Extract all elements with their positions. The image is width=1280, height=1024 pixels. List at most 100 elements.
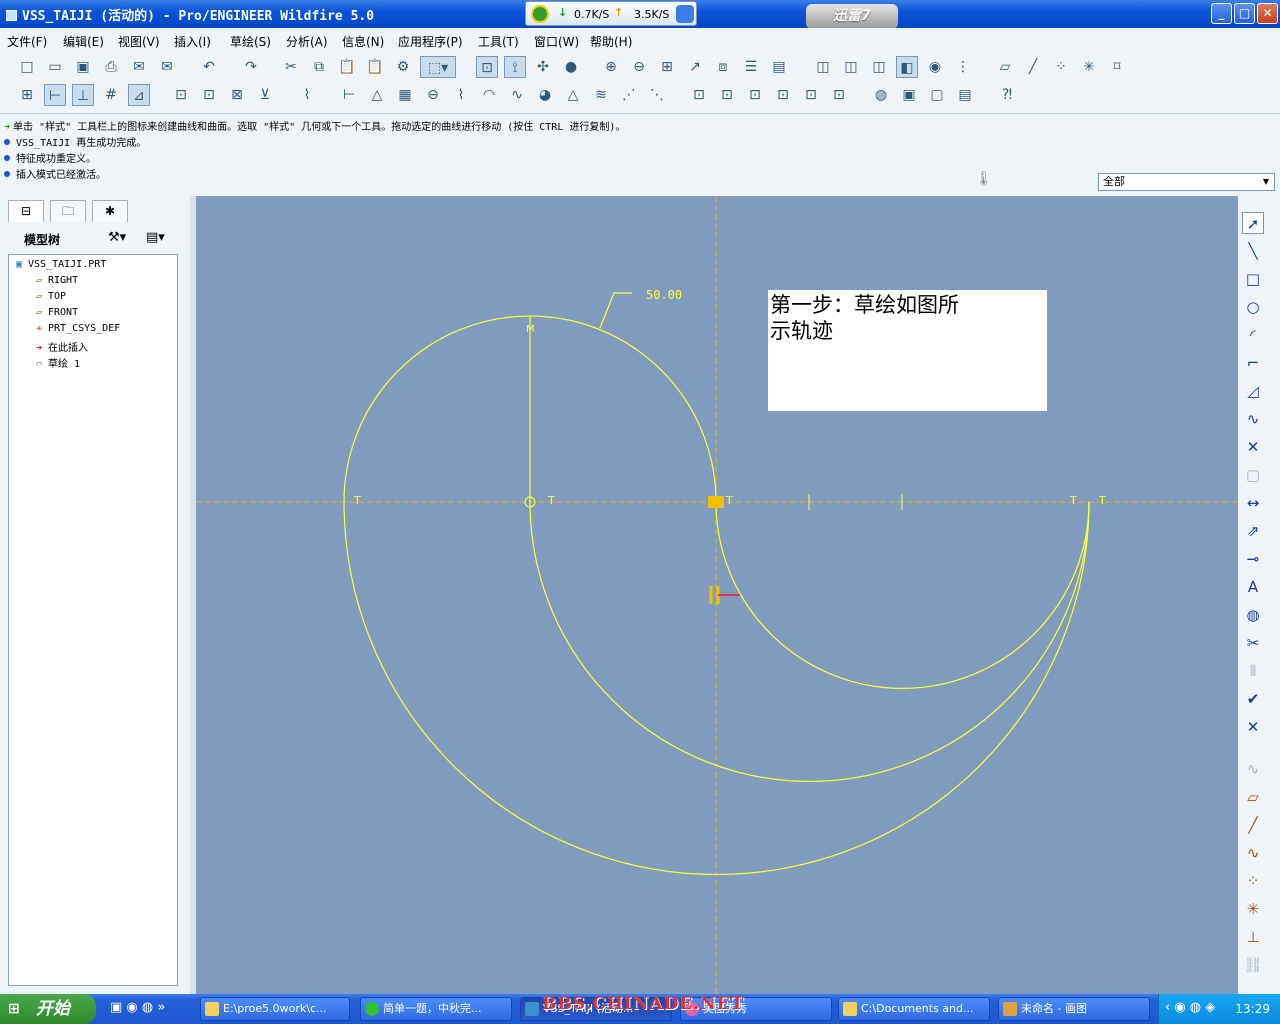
point-display-icon[interactable]: ⁘ bbox=[1050, 56, 1072, 78]
tab-model-tree[interactable]: ⊟ bbox=[8, 200, 44, 222]
chain-link-icon[interactable]: ⛓ bbox=[1242, 954, 1264, 976]
measure-icon[interactable]: ⊢ bbox=[338, 84, 360, 106]
zoom-in-icon[interactable]: ⊕ bbox=[600, 56, 622, 78]
close-x-icon[interactable]: ✕ bbox=[1242, 716, 1264, 738]
rectangle-icon[interactable]: □ bbox=[1242, 268, 1264, 290]
chamfer-icon[interactable]: ◿ bbox=[1242, 380, 1264, 402]
menu-help[interactable]: 帮助(H) bbox=[590, 33, 632, 50]
datum-csys-tool-icon[interactable]: ✳ bbox=[1242, 898, 1264, 920]
task-qq-chat[interactable]: 简单一题，中秋完... bbox=[360, 997, 512, 1021]
palette-icon[interactable]: ◍ bbox=[1242, 604, 1264, 626]
analysis-tool-icon[interactable]: ⊥ bbox=[1242, 926, 1264, 948]
enhanced-realism-icon[interactable]: ◉ bbox=[924, 56, 946, 78]
line-icon[interactable]: ╲ bbox=[1242, 240, 1264, 262]
no-hidden-icon[interactable]: ◫ bbox=[868, 56, 890, 78]
offset-icon[interactable]: ▢ bbox=[1242, 464, 1264, 486]
axis-display-icon[interactable]: ╱ bbox=[1022, 56, 1044, 78]
datum-point-tool-icon[interactable]: ⁘ bbox=[1242, 870, 1264, 892]
menu-tools[interactable]: 工具(T) bbox=[478, 33, 519, 50]
tree-item-insert-here[interactable]: ➜ 在此插入 bbox=[33, 339, 88, 354]
camera-icon[interactable]: ▣ bbox=[898, 84, 920, 106]
task-explorer-proe[interactable]: E:\proe5.0work\c... bbox=[200, 997, 350, 1021]
selection-box-icon[interactable]: ⬚▾ bbox=[420, 56, 456, 78]
middle-arc[interactable] bbox=[529, 501, 1090, 783]
annotation-display-icon[interactable]: ⌑ bbox=[1106, 56, 1128, 78]
relation-c-icon[interactable]: ⊡ bbox=[744, 84, 766, 106]
relation-d-icon[interactable]: ⊡ bbox=[772, 84, 794, 106]
datum-axis-tool-icon[interactable]: ╱ bbox=[1242, 814, 1264, 836]
hidden-line-icon[interactable]: ◫ bbox=[840, 56, 862, 78]
refit-icon[interactable]: ⊞ bbox=[656, 56, 678, 78]
print-icon[interactable]: ⎙ bbox=[100, 56, 122, 78]
sketch-tool-a-icon[interactable]: ⊡ bbox=[170, 84, 192, 106]
style-curve-icon[interactable]: ∿ bbox=[1242, 758, 1264, 780]
relation-e-icon[interactable]: ⊡ bbox=[800, 84, 822, 106]
mirror-icon[interactable]: ⫴ bbox=[1242, 660, 1264, 682]
trim-icon[interactable]: ✂ bbox=[1242, 632, 1264, 654]
layers-icon[interactable]: ☰ bbox=[740, 56, 762, 78]
tree-item-right[interactable]: ▱ RIGHT bbox=[33, 275, 78, 286]
checkmark-icon[interactable]: ✔ bbox=[1242, 688, 1264, 710]
minimize-button[interactable]: _ bbox=[1211, 3, 1232, 24]
relation-a-icon[interactable]: ⊡ bbox=[688, 84, 710, 106]
context-help-icon[interactable]: ⁈ bbox=[996, 84, 1018, 106]
new-file-icon[interactable]: □ bbox=[16, 56, 38, 78]
table-icon[interactable]: ▦ bbox=[394, 84, 416, 106]
undo-icon[interactable]: ↶ bbox=[198, 56, 220, 78]
tree-settings-icon[interactable]: ⚒▾ bbox=[108, 230, 126, 245]
analysis-a-icon[interactable]: ⊖ bbox=[422, 84, 444, 106]
constraints-icon[interactable]: ⊸ bbox=[1242, 548, 1264, 570]
tree-item-top[interactable]: ▱ TOP bbox=[33, 291, 66, 302]
draft-icon[interactable]: △ bbox=[562, 84, 584, 106]
tree-item-sketch[interactable]: ⌒ 草绘 1 bbox=[33, 355, 80, 370]
menu-file[interactable]: 文件(F) bbox=[7, 33, 47, 50]
close-button[interactable]: ✕ bbox=[1257, 3, 1278, 24]
sketch-tool-d-icon[interactable]: ⊻ bbox=[254, 84, 276, 106]
graph-tool-icon[interactable]: ⟟ bbox=[504, 56, 526, 78]
cut-icon[interactable]: ✂ bbox=[280, 56, 302, 78]
quicklaunch-icons[interactable]: ▣ ◉ ◍ » bbox=[110, 1000, 165, 1015]
dimension-icon[interactable]: ↔ bbox=[1242, 492, 1264, 514]
sketch-setup-icon[interactable]: ⊞ bbox=[16, 84, 38, 106]
redo-icon[interactable]: ↷ bbox=[240, 56, 262, 78]
tree-item-part[interactable]: ▣ VSS_TAIJI.PRT bbox=[13, 259, 106, 270]
menu-window[interactable]: 窗口(W) bbox=[534, 33, 579, 50]
datum-curve-tool-icon[interactable]: ∿ bbox=[1242, 842, 1264, 864]
constraint-display-icon[interactable]: ⊥ bbox=[72, 84, 94, 106]
menu-applications[interactable]: 应用程序(P) bbox=[398, 33, 463, 50]
paste-icon[interactable]: 📋 bbox=[336, 56, 358, 78]
reflection-icon[interactable]: ≋ bbox=[590, 84, 612, 106]
style-tool-icon[interactable]: ⌇ bbox=[296, 84, 318, 106]
vertex-display-icon[interactable]: ⊿ bbox=[128, 84, 150, 106]
text-icon[interactable]: A bbox=[1242, 576, 1264, 598]
graphics-window[interactable]: T T T T T M 50.00 第一步：草绘如图所 示轨迹 bbox=[196, 196, 1238, 994]
deviation-icon[interactable]: ⋱ bbox=[646, 84, 668, 106]
csys-display-icon[interactable]: ✳ bbox=[1078, 56, 1100, 78]
menu-edit[interactable]: 编辑(E) bbox=[63, 33, 104, 50]
regenerate-icon[interactable]: ⚙ bbox=[392, 56, 414, 78]
sketch-canvas[interactable]: T T T T T M 50.00 第一步：草绘如图所 示轨迹 bbox=[196, 196, 1238, 994]
analysis-b-icon[interactable]: ⌇ bbox=[450, 84, 472, 106]
datum-plane-tool-icon[interactable]: ▱ bbox=[1242, 786, 1264, 808]
point-icon[interactable]: ✕ bbox=[1242, 436, 1264, 458]
globe-icon[interactable]: ◍ bbox=[870, 84, 892, 106]
task-documents[interactable]: C:\Documents and... bbox=[838, 997, 990, 1021]
datum-display-icon[interactable]: ⋮ bbox=[952, 56, 974, 78]
reorient-icon[interactable]: ↗ bbox=[684, 56, 706, 78]
open-folder-icon[interactable]: ▭ bbox=[44, 56, 66, 78]
inner-arc[interactable] bbox=[715, 501, 1090, 690]
spline-icon[interactable]: ∿ bbox=[1242, 408, 1264, 430]
tree-columns-icon[interactable]: ▤▾ bbox=[146, 230, 165, 245]
model-player-icon[interactable]: ▢ bbox=[926, 84, 948, 106]
tree-item-csys[interactable]: ✳ PRT_CSYS_DEF bbox=[33, 323, 120, 334]
save-icon[interactable]: ▣ bbox=[72, 56, 94, 78]
wireframe-icon[interactable]: ◫ bbox=[812, 56, 834, 78]
view-manager-icon[interactable]: ▤ bbox=[768, 56, 790, 78]
tab-favorites[interactable]: ✱ bbox=[92, 200, 128, 222]
task-paint[interactable]: 未命名 - 画图 bbox=[998, 997, 1150, 1021]
maximize-button[interactable]: □ bbox=[1234, 3, 1255, 24]
tree-item-front[interactable]: ▱ FRONT bbox=[33, 307, 78, 318]
network-speed-widget[interactable]: ↓ 0.7K/S ↑ 3.5K/S bbox=[525, 1, 697, 26]
relation-f-icon[interactable]: ⊡ bbox=[828, 84, 850, 106]
spin-center-icon[interactable]: ✣ bbox=[532, 56, 554, 78]
